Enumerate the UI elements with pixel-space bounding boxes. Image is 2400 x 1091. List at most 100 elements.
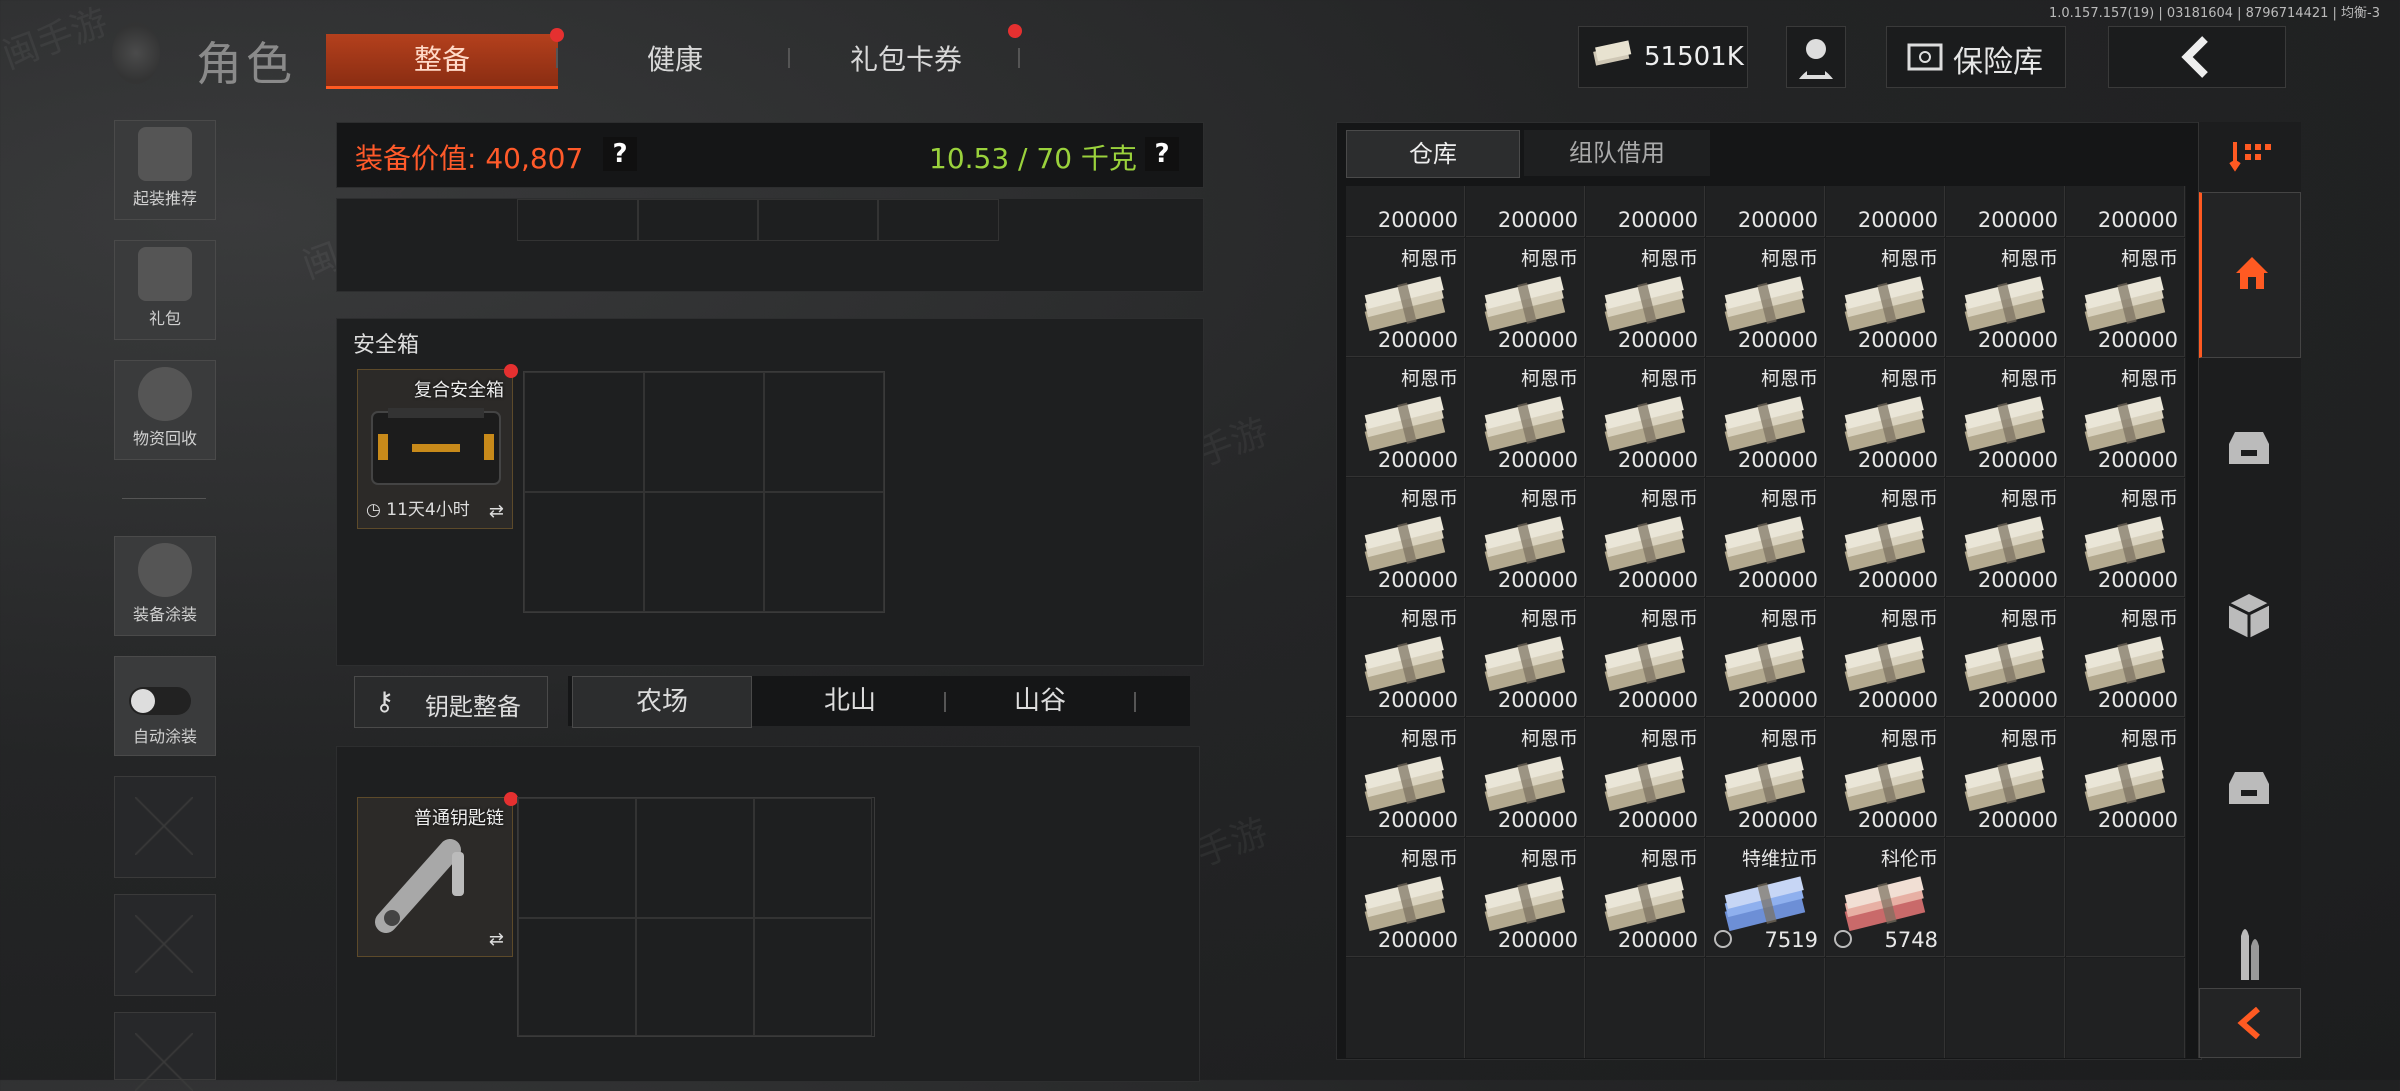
rail-recycle[interactable]: 物资回收 (114, 360, 216, 460)
warehouse-cell[interactable]: 柯恩币 200000 (1346, 238, 1465, 357)
warehouse-cell[interactable]: 200000 (1826, 186, 1945, 237)
warehouse-cell[interactable]: 柯恩币 200000 (2066, 238, 2185, 357)
warehouse-cell[interactable]: 柯恩币 200000 (1586, 478, 1705, 597)
warehouse-cell[interactable]: 200000 (1706, 186, 1825, 237)
grid-cell[interactable] (518, 798, 636, 918)
collapse-sidebar-button[interactable] (2199, 988, 2301, 1058)
warehouse-cell[interactable]: 柯恩币 200000 (1346, 478, 1465, 597)
warehouse-cell[interactable]: 柯恩币 200000 (1706, 718, 1825, 837)
warehouse-cell[interactable]: 200000 (1946, 186, 2065, 237)
grid-cell[interactable] (754, 918, 872, 1036)
profile-button[interactable] (1786, 26, 1846, 88)
grid-cell[interactable] (764, 372, 884, 492)
map-tab-farm[interactable]: 农场 (572, 676, 752, 728)
swap-icon[interactable]: ⇄ (489, 501, 504, 522)
warehouse-cell[interactable]: 柯恩币 200000 (1586, 718, 1705, 837)
map-tab-north-mountain[interactable]: 北山 (758, 676, 942, 726)
tab-gift-coupons[interactable]: 礼包卡券 (792, 24, 1022, 86)
warehouse-cell[interactable]: 柯恩币 200000 (1946, 358, 2065, 477)
warehouse-cell[interactable]: 柯恩币 200000 (1346, 718, 1465, 837)
side-storage-2-button[interactable] (2199, 538, 2301, 704)
warehouse-empty-cell[interactable] (1946, 838, 2065, 957)
warehouse-cell[interactable]: 特维拉币 7519 (1706, 838, 1825, 957)
warehouse-cell[interactable]: 柯恩币 200000 (1826, 718, 1945, 837)
sort-button[interactable] (2199, 122, 2301, 192)
grid-cell[interactable] (644, 492, 764, 612)
warehouse-cell[interactable]: 柯恩币 200000 (1586, 598, 1705, 717)
warehouse-cell[interactable]: 柯恩币 200000 (1826, 598, 1945, 717)
grid-cell[interactable] (518, 918, 636, 1036)
warehouse-cell[interactable]: 200000 (2066, 186, 2185, 237)
warehouse-cell[interactable]: 柯恩币 200000 (1466, 358, 1585, 477)
warehouse-cell[interactable]: 柯恩币 200000 (1466, 718, 1585, 837)
grid-cell[interactable] (764, 492, 884, 612)
weight-help-button[interactable]: ? (1145, 137, 1179, 171)
warehouse-empty-cell[interactable] (1826, 958, 1945, 1058)
warehouse-cell[interactable]: 柯恩币 200000 (1826, 238, 1945, 357)
warehouse-empty-cell[interactable] (1706, 958, 1825, 1058)
key-loadout-button[interactable]: ⚷ 钥匙整备 (354, 676, 548, 728)
warehouse-cell[interactable]: 柯恩币 200000 (2066, 358, 2185, 477)
warehouse-cell[interactable]: 柯恩币 200000 (1706, 478, 1825, 597)
rail-gift[interactable]: 礼包 (114, 240, 216, 340)
warehouse-empty-cell[interactable] (1586, 958, 1705, 1058)
grid-cell[interactable] (754, 798, 872, 918)
side-storage-1-button[interactable] (2199, 368, 2301, 534)
vault-button[interactable]: 保险库 (1886, 26, 2066, 88)
warehouse-cell[interactable]: 200000 (1466, 186, 1585, 237)
warehouse-cell[interactable]: 柯恩币 200000 (1346, 598, 1465, 717)
grid-cell[interactable] (637, 199, 759, 241)
grid-cell[interactable] (644, 372, 764, 492)
warehouse-cell[interactable]: 柯恩币 200000 (1826, 358, 1945, 477)
warehouse-cell[interactable]: 柯恩币 200000 (2066, 478, 2185, 597)
warehouse-cell[interactable]: 柯恩币 200000 (1346, 838, 1465, 957)
safe-box-item[interactable]: 复合安全箱 ◷ 11天4小时 ⇄ (357, 364, 518, 529)
warehouse-cell[interactable]: 科伦币 5748 (1826, 838, 1945, 957)
rail-recommend-loadout[interactable]: 起装推荐 (114, 120, 216, 220)
warehouse-cell[interactable]: 柯恩币 200000 (1706, 598, 1825, 717)
tab-health[interactable]: 健康 (560, 34, 790, 86)
warehouse-cell[interactable]: 柯恩币 200000 (1466, 598, 1585, 717)
rail-auto-paint[interactable]: 自动涂装 (114, 656, 216, 756)
warehouse-cell[interactable]: 柯恩币 200000 (1466, 238, 1585, 357)
warehouse-cell[interactable]: 柯恩币 200000 (1586, 358, 1705, 477)
back-button[interactable] (2108, 26, 2286, 88)
warehouse-cell[interactable]: 柯恩币 200000 (1586, 838, 1705, 957)
warehouse-cell[interactable]: 柯恩币 200000 (2066, 598, 2185, 717)
grid-cell[interactable] (636, 918, 754, 1036)
side-home-button[interactable] (2199, 192, 2301, 358)
warehouse-empty-cell[interactable] (2066, 838, 2185, 957)
warehouse-cell[interactable]: 柯恩币 200000 (1946, 478, 2065, 597)
grid-cell[interactable] (636, 798, 754, 918)
tab-equip[interactable]: 整备 (326, 28, 564, 89)
warehouse-empty-cell[interactable] (1466, 958, 1585, 1058)
warehouse-cell[interactable]: 柯恩币 200000 (1706, 238, 1825, 357)
grid-cell[interactable] (524, 492, 644, 612)
tab-team-borrow[interactable]: 组队借用 (1524, 130, 1710, 176)
value-help-button[interactable]: ? (603, 137, 637, 171)
warehouse-cell[interactable]: 柯恩币 200000 (1466, 838, 1585, 957)
warehouse-cell[interactable]: 200000 (1586, 186, 1705, 237)
warehouse-cell[interactable]: 柯恩币 200000 (1466, 478, 1585, 597)
warehouse-empty-cell[interactable] (1946, 958, 2065, 1058)
grid-cell[interactable] (877, 199, 999, 241)
warehouse-cell[interactable]: 柯恩币 200000 (1826, 478, 1945, 597)
warehouse-empty-cell[interactable] (1346, 958, 1465, 1058)
warehouse-cell[interactable]: 柯恩币 200000 (1346, 358, 1465, 477)
warehouse-cell[interactable]: 柯恩币 200000 (1706, 358, 1825, 477)
side-storage-3-button[interactable] (2199, 708, 2301, 874)
warehouse-cell[interactable]: 柯恩币 200000 (1946, 718, 2065, 837)
auto-paint-toggle[interactable] (129, 687, 191, 715)
rail-equipment-skin[interactable]: 装备涂装 (114, 536, 216, 636)
map-tab-valley[interactable]: 山谷 (948, 676, 1132, 726)
side-ammo-button[interactable] (2199, 878, 2301, 988)
key-chain-item[interactable]: 普通钥匙链 ⇄ (357, 792, 518, 957)
warehouse-cell[interactable]: 柯恩币 200000 (1586, 238, 1705, 357)
grid-cell[interactable] (757, 199, 879, 241)
grid-cell[interactable] (517, 199, 639, 241)
warehouse-cell[interactable]: 柯恩币 200000 (1946, 238, 2065, 357)
warehouse-cell[interactable]: 柯恩币 200000 (1946, 598, 2065, 717)
swap-icon[interactable]: ⇄ (489, 929, 504, 950)
tab-warehouse[interactable]: 仓库 (1346, 130, 1520, 178)
warehouse-cell[interactable]: 柯恩币 200000 (2066, 718, 2185, 837)
